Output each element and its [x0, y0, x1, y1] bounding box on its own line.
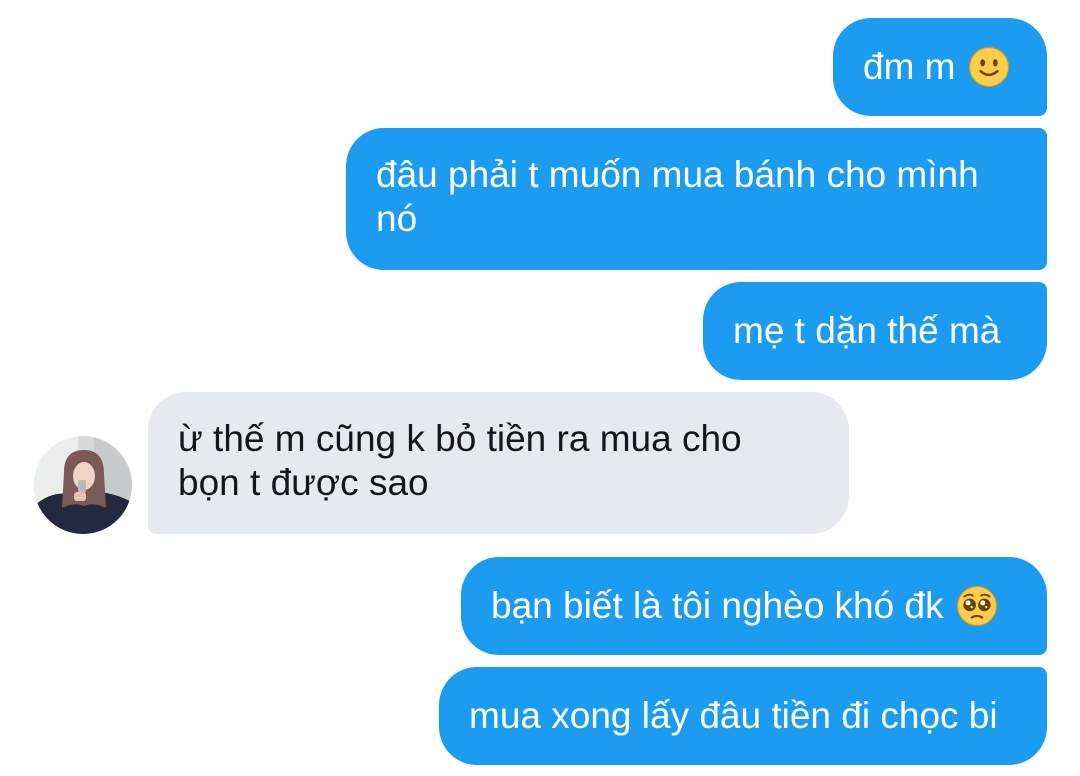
message-text: bạn biết là tôi nghèo khó đk — [491, 585, 944, 626]
avatar[interactable] — [34, 436, 132, 534]
message-text: đâu phải t muốn mua bánh cho mình nó — [376, 154, 979, 239]
message-bubble-outgoing[interactable]: đâu phải t muốn mua bánh cho mình nó — [346, 128, 1047, 270]
slightly-smiling-face-icon — [968, 47, 1009, 87]
message-text: đm m — [863, 46, 956, 87]
message-bubble-outgoing[interactable]: mua xong lấy đâu tiền đi chọc bi — [439, 667, 1047, 765]
message-bubble-incoming[interactable]: ừ thế m cũng k bỏ tiền ra mua cho bọn t … — [148, 392, 849, 534]
message-thread: đm m đâu phải t muốn mua bánh cho mình n… — [0, 0, 1080, 776]
message-text: mẹ t dặn thế mà — [733, 310, 1001, 351]
pleading-face-icon — [956, 586, 997, 626]
message-bubble-outgoing[interactable]: mẹ t dặn thế mà — [703, 282, 1047, 380]
message-bubble-outgoing[interactable]: đm m — [833, 18, 1047, 116]
profile-photo-icon — [34, 436, 132, 534]
message-text: ừ thế m cũng k bỏ tiền ra mua cho bọn t … — [178, 418, 742, 503]
message-bubble-outgoing[interactable]: bạn biết là tôi nghèo khó đk — [461, 557, 1047, 655]
message-text: mua xong lấy đâu tiền đi chọc bi — [469, 695, 998, 736]
